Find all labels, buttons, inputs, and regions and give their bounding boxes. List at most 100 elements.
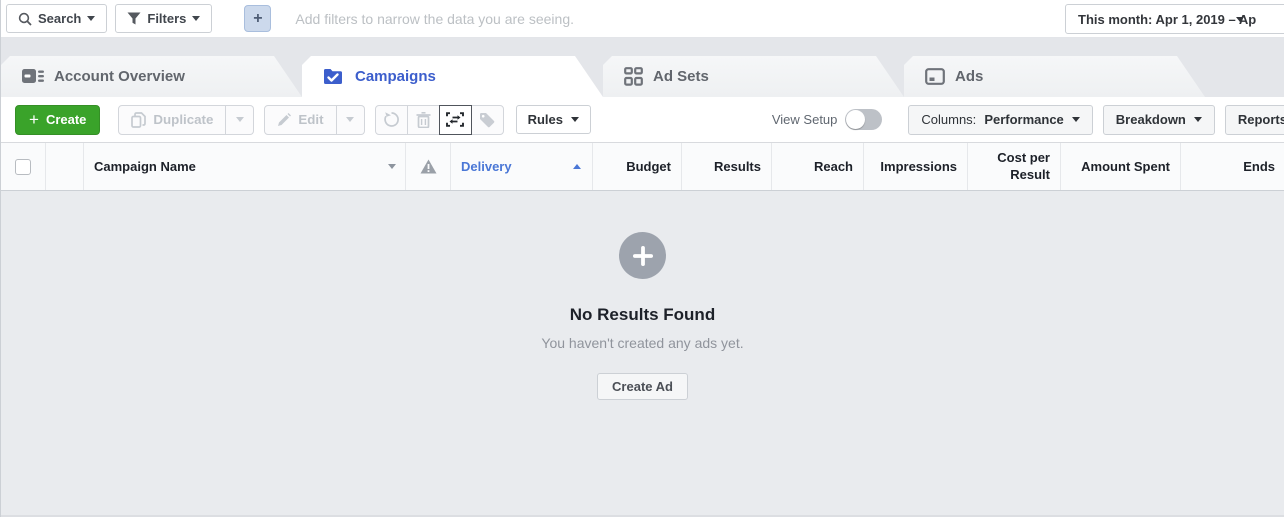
delete-button[interactable]: [407, 105, 440, 135]
ad-sets-grid-icon: [624, 67, 643, 86]
reports-button[interactable]: Reports: [1225, 105, 1284, 135]
empty-state-title: No Results Found: [570, 305, 715, 325]
create-label: Create: [46, 112, 86, 127]
delete-trash-icon: [416, 112, 431, 128]
status-toggle-column-header: [46, 143, 84, 190]
tag-button[interactable]: [471, 105, 504, 135]
empty-state-subtitle: You haven't created any ads yet.: [541, 335, 743, 351]
column-header-budget[interactable]: Budget: [593, 143, 682, 190]
chevron-down-icon: [192, 16, 200, 21]
tab-label: Ads: [955, 68, 983, 85]
column-header-cost-per-result[interactable]: Cost per Result: [968, 143, 1061, 190]
plus-circle-icon: [619, 232, 666, 279]
campaigns-folder-icon: [323, 68, 345, 85]
column-label: Amount Spent: [1081, 159, 1170, 174]
column-label: Results: [714, 159, 761, 174]
edit-options-button[interactable]: [337, 105, 365, 135]
chevron-down-icon: [1072, 117, 1080, 122]
duplicate-icon: [131, 112, 146, 128]
tab-ad-sets[interactable]: Ad Sets: [603, 56, 904, 97]
account-overview-icon: [22, 68, 44, 85]
filter-bar: Search Filters + Add filters to narrow t…: [1, 0, 1284, 38]
chevron-down-icon: [87, 16, 95, 21]
duplicate-options-button[interactable]: [226, 105, 254, 135]
tag-icon: [479, 112, 495, 128]
plus-icon: +: [29, 111, 39, 128]
columns-value: Performance: [984, 112, 1063, 127]
column-header-results[interactable]: Results: [682, 143, 772, 190]
reports-label: Reports: [1238, 112, 1284, 127]
empty-state: No Results Found You haven't created any…: [1, 232, 1284, 400]
edit-label: Edit: [298, 112, 323, 127]
create-ad-label: Create Ad: [612, 379, 673, 394]
column-label: Ends: [1243, 159, 1275, 174]
create-button[interactable]: + Create: [15, 105, 100, 135]
add-filter-button[interactable]: +: [244, 5, 271, 32]
search-icon: [18, 12, 32, 26]
column-label: Campaign Name: [94, 159, 196, 174]
view-setup-label: View Setup: [772, 112, 838, 127]
rules-button[interactable]: Rules: [516, 105, 591, 134]
filters-button[interactable]: Filters: [115, 4, 212, 33]
column-label: Reach: [814, 159, 853, 174]
ab-test-icon: [446, 112, 464, 127]
tab-campaigns[interactable]: Campaigns: [302, 56, 603, 97]
table-body: No Results Found You haven't created any…: [1, 191, 1284, 517]
column-header-reach[interactable]: Reach: [772, 143, 864, 190]
columns-button[interactable]: Columns: Performance: [908, 105, 1092, 135]
breakdown-button[interactable]: Breakdown: [1103, 105, 1215, 135]
tab-label: Account Overview: [54, 68, 185, 85]
chevron-down-icon: [1236, 17, 1244, 22]
column-header-campaign-name[interactable]: Campaign Name: [84, 143, 406, 190]
column-header-ends[interactable]: Ends: [1181, 143, 1284, 190]
toggle-knob: [846, 110, 865, 129]
date-range-label: This month: Apr 1, 2019 – Apr 15: [1078, 12, 1256, 27]
rules-label: Rules: [528, 112, 563, 127]
revert-button[interactable]: [375, 105, 408, 135]
tab-ads[interactable]: Ads: [904, 56, 1205, 97]
campaigns-table-header: Campaign Name Delivery Budget Results Re…: [1, 142, 1284, 191]
chevron-down-icon: [1194, 117, 1202, 122]
level-tab-strip: Account Overview Campaigns Ad Sets Ads: [1, 38, 1284, 97]
filter-input-placeholder[interactable]: Add filters to narrow the data you are s…: [295, 11, 574, 27]
column-header-errors[interactable]: [406, 143, 451, 190]
edit-button-group: Edit: [264, 105, 364, 135]
edit-button[interactable]: Edit: [264, 105, 336, 135]
chevron-down-icon: [388, 164, 396, 169]
filter-funnel-icon: [127, 12, 141, 25]
sort-ascending-icon: [573, 164, 581, 169]
chevron-down-icon: [571, 117, 579, 122]
date-range-selector[interactable]: This month: Apr 1, 2019 – Apr 15: [1065, 4, 1284, 34]
filters-label: Filters: [147, 11, 186, 26]
chevron-down-icon: [346, 117, 354, 122]
select-all-cell: [1, 143, 46, 190]
ab-test-button[interactable]: [439, 105, 472, 135]
column-label: Impressions: [880, 159, 957, 174]
warning-triangle-icon: [420, 159, 437, 174]
create-ad-button[interactable]: Create Ad: [597, 373, 688, 400]
edit-pencil-icon: [277, 113, 291, 127]
column-header-impressions[interactable]: Impressions: [864, 143, 968, 190]
plus-icon: +: [253, 10, 262, 28]
search-label: Search: [38, 11, 81, 26]
ads-card-icon: [925, 68, 945, 85]
duplicate-label: Duplicate: [153, 112, 213, 127]
column-header-delivery[interactable]: Delivery: [451, 143, 593, 190]
row-action-icons: [375, 105, 504, 135]
column-label: Budget: [626, 159, 671, 174]
select-all-checkbox[interactable]: [15, 159, 31, 175]
column-label: Cost per Result: [968, 150, 1050, 183]
actions-toolbar: + Create Duplicate Edit Rules: [1, 97, 1284, 142]
columns-label: Columns:: [921, 112, 976, 127]
duplicate-button[interactable]: Duplicate: [118, 105, 226, 135]
search-button[interactable]: Search: [6, 4, 107, 33]
tab-account-overview[interactable]: Account Overview: [1, 56, 302, 97]
view-controls: View Setup Columns: Performance Breakdow…: [772, 105, 1270, 135]
breakdown-label: Breakdown: [1116, 112, 1186, 127]
duplicate-button-group: Duplicate: [118, 105, 254, 135]
column-header-amount-spent[interactable]: Amount Spent: [1061, 143, 1181, 190]
view-setup-toggle[interactable]: [845, 109, 882, 130]
column-label: Delivery: [461, 159, 512, 174]
revert-icon: [383, 111, 400, 128]
tab-label: Campaigns: [355, 68, 436, 85]
